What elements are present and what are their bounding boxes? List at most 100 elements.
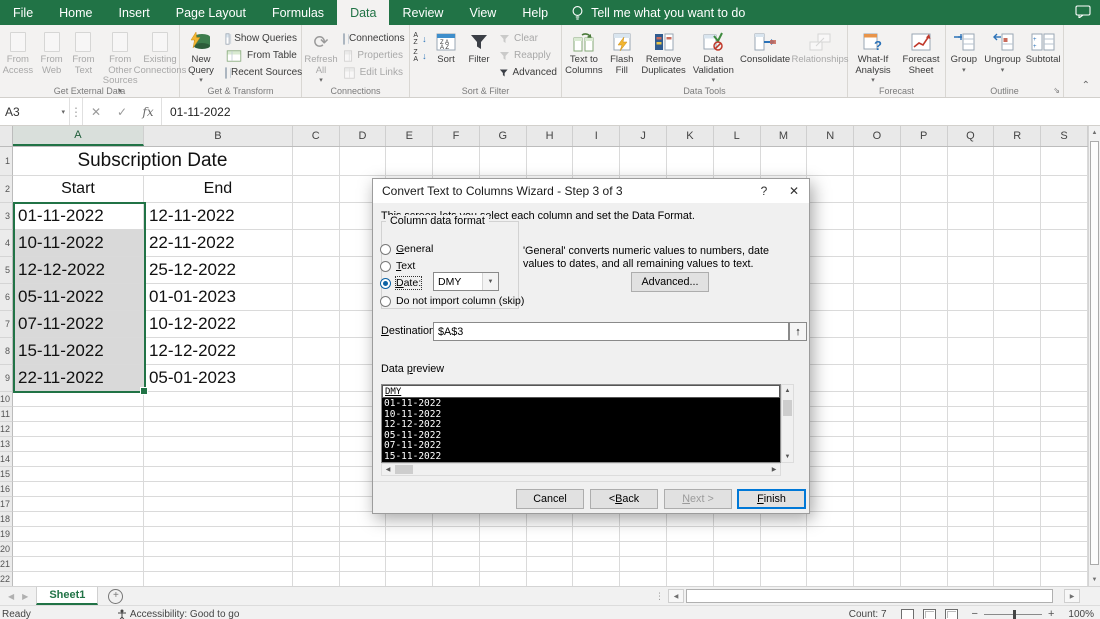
cell-R12[interactable] [994, 422, 1042, 437]
cell-N19[interactable] [807, 527, 855, 542]
cell-M19[interactable] [760, 527, 808, 542]
cell-N17[interactable] [807, 497, 855, 512]
cell-M1[interactable] [760, 147, 808, 176]
cell-Q1[interactable] [947, 147, 995, 176]
cell-O3[interactable] [854, 203, 901, 230]
cell-N12[interactable] [807, 422, 855, 437]
cell-N8[interactable] [807, 338, 855, 365]
cell-P19[interactable] [900, 527, 948, 542]
cell-Q13[interactable] [947, 437, 995, 452]
cell-B16[interactable] [143, 482, 293, 497]
scroll-down-button[interactable]: ▼ [1089, 573, 1100, 586]
zoom-out-button[interactable]: − [972, 608, 978, 619]
cell-N21[interactable] [807, 557, 855, 572]
cell-A7[interactable]: 07-11-2022 [13, 311, 144, 338]
cell-E18[interactable] [386, 512, 434, 527]
row-header-13[interactable]: 13 [0, 437, 13, 452]
cell-H20[interactable] [526, 542, 574, 557]
header-cell-end[interactable]: End [143, 176, 293, 203]
cell-Q4[interactable] [947, 230, 995, 257]
column-header-Q[interactable]: Q [948, 126, 995, 146]
flash-fill-button[interactable]: Flash Fill [606, 27, 638, 76]
cell-I18[interactable] [573, 512, 621, 527]
column-header-N[interactable]: N [807, 126, 855, 146]
cell-N14[interactable] [807, 452, 855, 467]
cell-I21[interactable] [573, 557, 621, 572]
cell-C19[interactable] [292, 527, 340, 542]
cell-J18[interactable] [620, 512, 667, 527]
radio-general[interactable]: General [380, 243, 433, 255]
subtotal-button[interactable]: + + Subtotal [1023, 27, 1063, 66]
cell-G20[interactable] [479, 542, 527, 557]
cell-O7[interactable] [854, 311, 901, 338]
cell-O6[interactable] [854, 284, 901, 311]
cell-N10[interactable] [807, 392, 855, 407]
cell-N16[interactable] [807, 482, 855, 497]
cell-S3[interactable] [1041, 203, 1088, 230]
column-header-H[interactable]: H [527, 126, 574, 146]
cell-P11[interactable] [900, 407, 948, 422]
row-header-18[interactable]: 18 [0, 512, 13, 527]
cell-R16[interactable] [994, 482, 1042, 497]
cell-A18[interactable] [13, 512, 144, 527]
range-selector-button[interactable]: ↑ [789, 322, 807, 341]
cell-N11[interactable] [807, 407, 855, 422]
cell-C1[interactable] [292, 147, 340, 176]
vertical-scrollbar[interactable]: ▲ ▼ [1088, 126, 1100, 586]
cell-P12[interactable] [900, 422, 948, 437]
cell-S15[interactable] [1041, 467, 1088, 482]
merged-title-cell[interactable]: Subscription Date [13, 147, 293, 176]
cell-C11[interactable] [292, 407, 340, 422]
radio-circle-selected[interactable] [380, 277, 391, 289]
cell-N18[interactable] [807, 512, 855, 527]
outline-dialog-launcher[interactable]: ⇘ [1053, 86, 1060, 95]
cell-O12[interactable] [854, 422, 901, 437]
row-header-10[interactable]: 10 [0, 392, 13, 407]
column-header-I[interactable]: I [573, 126, 621, 146]
tell-me-box[interactable]: Tell me what you want to do [561, 0, 755, 25]
column-header-E[interactable]: E [386, 126, 434, 146]
cell-S18[interactable] [1041, 512, 1088, 527]
cell-F1[interactable] [433, 147, 480, 176]
cell-B6[interactable]: 01-01-2023 [143, 284, 293, 311]
cell-A13[interactable] [13, 437, 144, 452]
cell-P20[interactable] [900, 542, 948, 557]
filter-button[interactable]: Filter [462, 27, 496, 66]
column-header-P[interactable]: P [901, 126, 948, 146]
cell-C17[interactable] [292, 497, 340, 512]
cell-N6[interactable] [807, 284, 855, 311]
cell-R8[interactable] [994, 338, 1042, 365]
cell-N22[interactable] [807, 572, 855, 586]
column-header-O[interactable]: O [854, 126, 901, 146]
cell-A22[interactable] [13, 572, 144, 586]
radio-text[interactable]: Text [380, 260, 415, 272]
cell-A17[interactable] [13, 497, 144, 512]
cell-M22[interactable] [761, 572, 808, 586]
cell-D1[interactable] [339, 147, 387, 176]
cell-F20[interactable] [433, 542, 480, 557]
cell-H22[interactable] [527, 572, 574, 586]
recent-sources-button[interactable]: Recent Sources [222, 64, 302, 81]
menu-tab-page-layout[interactable]: Page Layout [163, 0, 259, 25]
cell-R10[interactable] [994, 392, 1042, 407]
cell-O17[interactable] [854, 497, 901, 512]
preview-vertical-scrollbar[interactable]: ▲ ▼ [781, 384, 794, 463]
cell-S1[interactable] [1041, 147, 1088, 176]
cell-P18[interactable] [900, 512, 948, 527]
data-preview-box[interactable]: DMY 01-11-2022 10-11-2022 12-12-2022 05-11-… [381, 384, 781, 463]
cell-B7[interactable]: 10-12-2022 [143, 311, 293, 338]
preview-vscroll-thumb[interactable] [783, 400, 792, 416]
normal-view-button[interactable] [900, 608, 914, 619]
cell-A20[interactable] [13, 542, 144, 557]
cell-I1[interactable] [573, 147, 621, 176]
existing-connections-button[interactable]: Existing Connections [134, 27, 186, 76]
remove-duplicates-button[interactable]: Remove Duplicates [638, 27, 690, 76]
cell-B8[interactable]: 12-12-2022 [143, 338, 293, 365]
cell-B21[interactable] [143, 557, 293, 572]
cell-S16[interactable] [1041, 482, 1088, 497]
cell-O22[interactable] [854, 572, 901, 586]
row-header-22[interactable]: 22 [0, 572, 13, 586]
name-box-dropdown-icon[interactable]: ▾ [61, 108, 65, 116]
cell-A12[interactable] [13, 422, 144, 437]
cell-E22[interactable] [386, 572, 434, 586]
